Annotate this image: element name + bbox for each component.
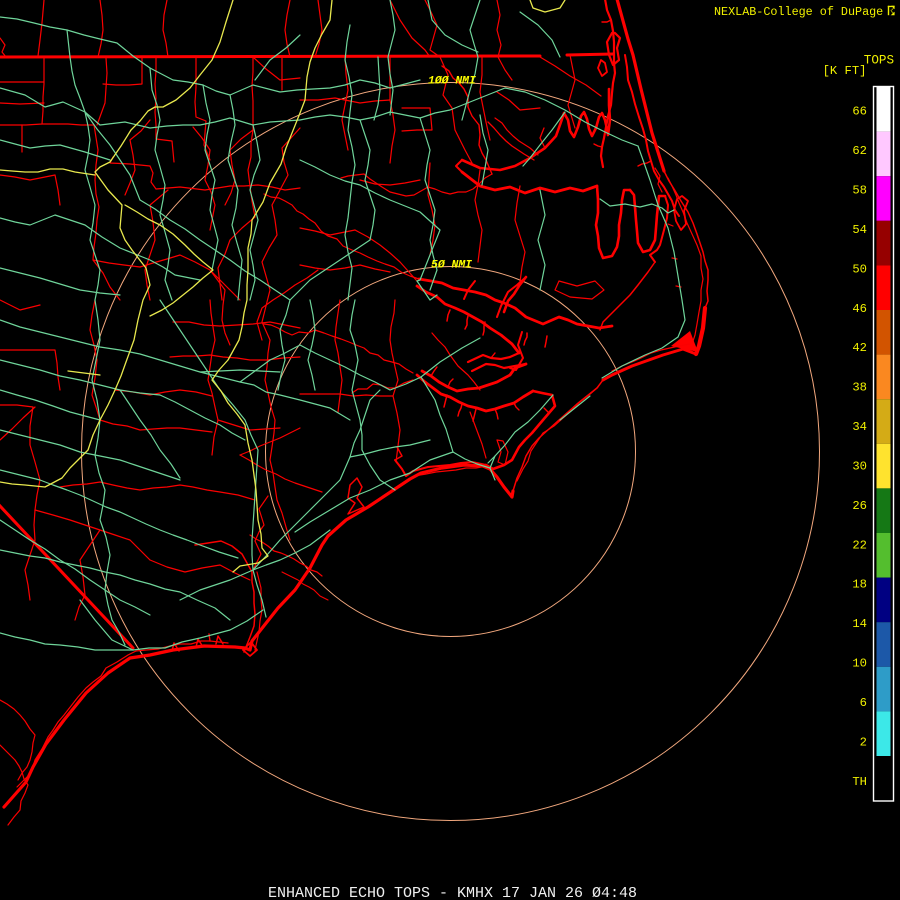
svg-text:62: 62: [852, 144, 867, 158]
svg-text:ENHANCED ECHO TOPS - KMHX 17 J: ENHANCED ECHO TOPS - KMHX 17 JAN 26 Ø4:4…: [268, 885, 637, 900]
svg-text:22: 22: [852, 538, 867, 552]
svg-text:50: 50: [852, 262, 867, 276]
svg-text:2: 2: [860, 735, 867, 749]
svg-text:5Ø NMI: 5Ø NMI: [431, 260, 472, 272]
svg-text:30: 30: [852, 460, 867, 474]
svg-text:54: 54: [852, 223, 867, 237]
svg-text:38: 38: [852, 381, 867, 395]
svg-text:26: 26: [852, 499, 867, 513]
svg-text:58: 58: [852, 184, 867, 198]
svg-text:1ØØ NMI: 1ØØ NMI: [428, 76, 476, 88]
svg-text:[K FT]: [K FT]: [823, 64, 867, 78]
svg-text:6: 6: [860, 696, 867, 710]
svg-text:34: 34: [852, 420, 867, 434]
svg-text:66: 66: [852, 105, 867, 119]
svg-text:TH: TH: [852, 775, 867, 789]
svg-text:18: 18: [852, 578, 867, 592]
svg-text:NEXLAB-College of DuPage: NEXLAB-College of DuPage: [714, 5, 883, 19]
svg-text:10: 10: [852, 657, 867, 671]
svg-text:TOPS: TOPS: [864, 54, 894, 68]
svg-text:42: 42: [852, 341, 867, 355]
svg-text:14: 14: [852, 617, 867, 631]
svg-text:46: 46: [852, 302, 867, 316]
